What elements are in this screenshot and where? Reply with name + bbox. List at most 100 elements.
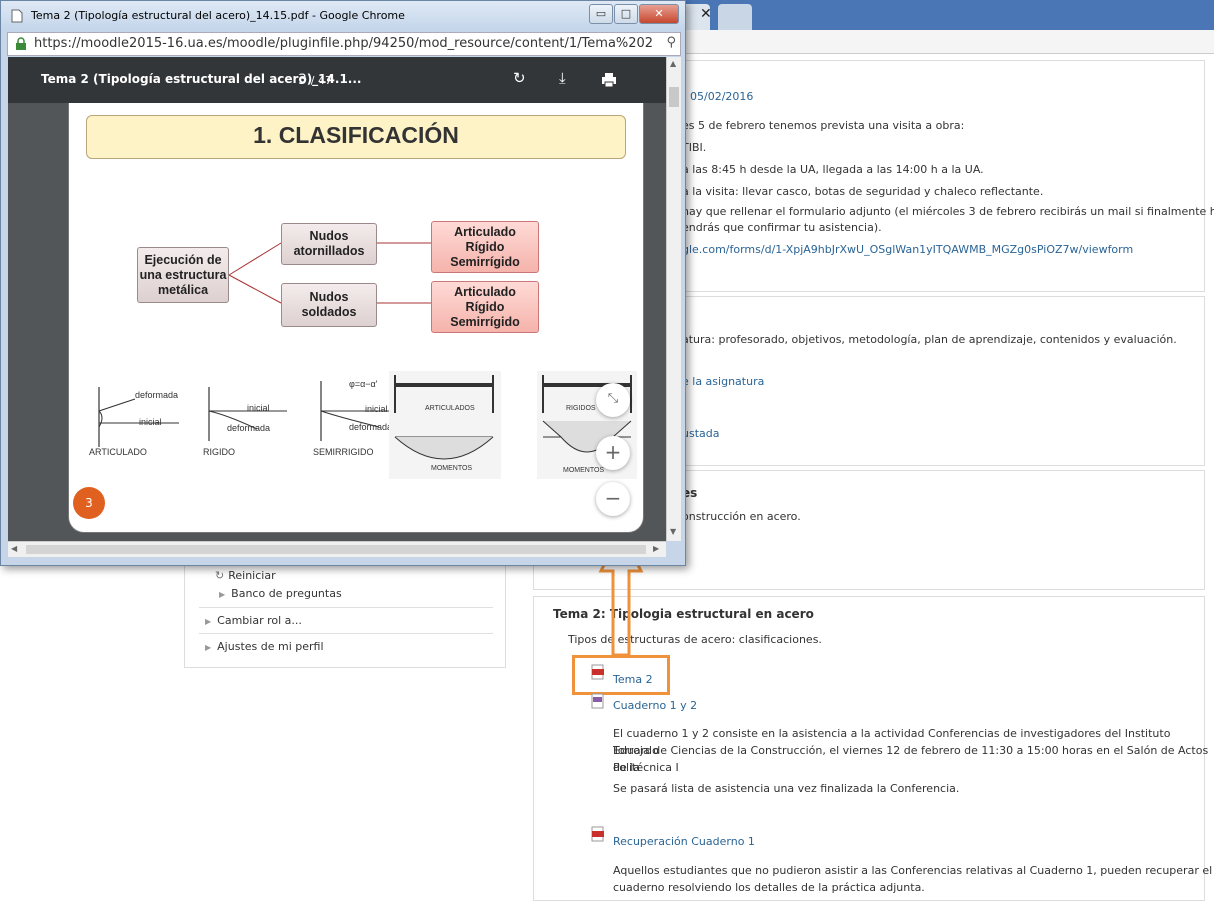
news-line: a la visita: llevar casco, botas de segu… [682, 185, 1044, 198]
document-file-icon [591, 693, 604, 709]
maximize-button[interactable]: □ [614, 4, 638, 24]
close-button[interactable]: ✕ [639, 4, 679, 24]
label-articulado: ARTICULADO [89, 447, 147, 457]
window-titlebar[interactable]: Tema 2 (Tipología estructural del acero)… [1, 1, 685, 31]
lock-icon [16, 37, 26, 50]
zoom-in-button[interactable]: + [596, 436, 630, 470]
tipo-semirrigido: Semirrígido [450, 254, 520, 269]
reiniciar-item[interactable]: ↻ Reiniciar [215, 569, 276, 582]
divider [199, 607, 493, 608]
tema2-title: Tema 2: Tipologia estructural en acero [553, 607, 814, 621]
fit-page-button[interactable]: ⤡ [596, 383, 630, 417]
zoom-magnifier-icon[interactable]: ⚲ [666, 35, 676, 50]
new-tab-button[interactable] [718, 4, 752, 30]
asignatura-description: atura: profesorado, objetivos, metodolog… [682, 333, 1177, 346]
window-title: Tema 2 (Tipología estructural del acero)… [31, 9, 405, 22]
cuaderno-description: Torroja de Ciencias de la Construcción, … [613, 744, 1209, 774]
pdf-viewer[interactable]: 1. CLASIFICACIÓN Ejecución de una estruc… [8, 103, 666, 541]
reiniciar-label: Reiniciar [228, 569, 276, 582]
label-articulados: ARTICULADOS [425, 405, 475, 412]
banco-preguntas-item[interactable]: ▶ Banco de preguntas [219, 587, 342, 600]
label-rigidos: RIGIDOS [566, 405, 596, 412]
tema1-description: onstrucción en acero. [682, 510, 801, 523]
administration-block: ↻ Reiniciar ▶ Banco de preguntas ▶ Cambiar … [184, 556, 506, 668]
ajustes-label: Ajustes de mi perfil [217, 640, 324, 653]
scroll-down-icon[interactable]: ▼ [670, 527, 676, 536]
close-icon: ✕ [654, 7, 664, 20]
label-rigido: RIGIDO [203, 447, 236, 457]
news-line: es 5 de febrero tenemos prevista una vis… [682, 119, 965, 132]
tipo-articulado: Articulado [454, 224, 516, 239]
pdf-toolbar: Tema 2 (Tipología estructural del acero)… [8, 57, 666, 103]
page-indicator: 3 / 47 [298, 72, 332, 88]
chevron-right-icon: ▶ [205, 617, 212, 626]
current-page[interactable]: 3 [298, 72, 307, 88]
document-icon [11, 9, 23, 23]
label-deformada: deformada [349, 422, 393, 432]
pdf-file-icon [591, 826, 604, 842]
cuaderno-link[interactable]: Cuaderno 1 y 2 [613, 699, 697, 712]
form-link[interactable]: gle.com/forms/d/1-XpjA9hbJrXwU_OSglWan1y… [682, 243, 1133, 256]
refresh-icon: ↻ [215, 569, 225, 582]
news-line: endrás que confirmar tu asistencia). [682, 221, 882, 234]
chevron-right-icon: ▶ [219, 590, 226, 599]
close-icon[interactable]: ✕ [700, 6, 712, 22]
highlight-box [572, 655, 670, 695]
tipo-semirrigido: Semirrígido [450, 314, 520, 329]
page-number-badge[interactable]: 3 [73, 487, 105, 519]
nudos-soldados-node: Nudos soldados [281, 283, 377, 327]
recuperacion-description: cuaderno resolviendo los detalles de la … [613, 881, 925, 894]
tipo-articulado: Articulado [454, 284, 516, 299]
asignatura-link[interactable]: e la asignatura [682, 375, 764, 388]
zoom-out-button[interactable]: − [596, 482, 630, 516]
news-line: hay que rellenar el formulario adjunto (… [682, 205, 1214, 218]
print-icon[interactable] [601, 72, 617, 88]
url-text: https://moodle2015-16.ua.es/moodle/plugi… [34, 36, 654, 51]
news-line: a las 8:45 h desde la UA, llegada a las … [682, 163, 984, 176]
label-inicial: inicial [247, 403, 270, 413]
maximize-icon: □ [620, 7, 632, 20]
address-bar[interactable]: https://moodle2015-16.ua.es/moodle/plugi… [7, 32, 681, 56]
pdf-slide: 1. CLASIFICACIÓN Ejecución de una estruc… [68, 103, 644, 533]
minimize-button[interactable]: ▭ [589, 4, 613, 24]
tipo-rigido: Rígido [465, 239, 505, 254]
scroll-left-icon[interactable]: ◀ [11, 544, 17, 553]
cuaderno-description: Politécnica I [613, 761, 679, 774]
rotate-icon[interactable]: ↻ [513, 69, 526, 87]
articulados-moments-diagram [389, 371, 501, 479]
label-inicial: inicial [365, 404, 388, 414]
divider [199, 633, 493, 634]
cambiar-rol-item[interactable]: ▶ Cambiar rol a... [205, 614, 302, 627]
cambiar-rol-label: Cambiar rol a... [217, 614, 302, 627]
label-momentos: MOMENTOS [431, 465, 473, 472]
label-deformada: deformada [135, 390, 179, 400]
pdf-popup-window: Tema 2 (Tipología estructural del acero)… [0, 0, 686, 566]
svg-text:φ=α−α': φ=α−α' [349, 379, 378, 389]
label-inicial: inicial [139, 417, 162, 427]
recuperacion-description: Aquellos estudiantes que no pudieron asi… [613, 864, 1213, 877]
tipos-atornillados-node: Articulado Rígido Semirrígido [431, 221, 539, 273]
label-semirrigido: SEMIRRIGIDO [313, 447, 374, 457]
news-date-link[interactable]: 05/02/2016 [690, 90, 753, 103]
label-momentos: MOMENTOS [563, 467, 605, 474]
horizontal-scrollbar[interactable]: ◀ ▶ [8, 541, 666, 557]
ajustada-link[interactable]: ustada [682, 427, 719, 440]
scroll-up-icon[interactable]: ▲ [670, 59, 676, 68]
recuperacion-link[interactable]: Recuperación Cuaderno 1 [613, 835, 755, 848]
root-node: Ejecución de una estructura metálica [137, 247, 229, 303]
tipo-rigido: Rígido [465, 299, 505, 314]
nudos-atornillados-node: Nudos atornillados [281, 223, 377, 265]
scroll-right-icon[interactable]: ▶ [653, 544, 659, 553]
tipos-soldados-node: Articulado Rígido Semirrígido [431, 281, 539, 333]
vertical-scrollbar[interactable]: ▲ ▼ [666, 57, 681, 541]
horizontal-scroll-thumb[interactable] [26, 545, 646, 554]
ajustes-perfil-item[interactable]: ▶ Ajustes de mi perfil [205, 640, 324, 653]
minimize-icon: ▭ [595, 7, 607, 20]
label-deformada: deformada [227, 423, 271, 433]
banco-label: Banco de preguntas [231, 587, 342, 600]
vertical-scroll-thumb[interactable] [669, 87, 679, 107]
download-icon[interactable]: ⤓ [559, 69, 566, 87]
page-total: / 47 [310, 74, 332, 87]
chevron-right-icon: ▶ [205, 643, 212, 652]
cuaderno-description: Se pasará lista de asistencia una vez fi… [613, 782, 960, 795]
